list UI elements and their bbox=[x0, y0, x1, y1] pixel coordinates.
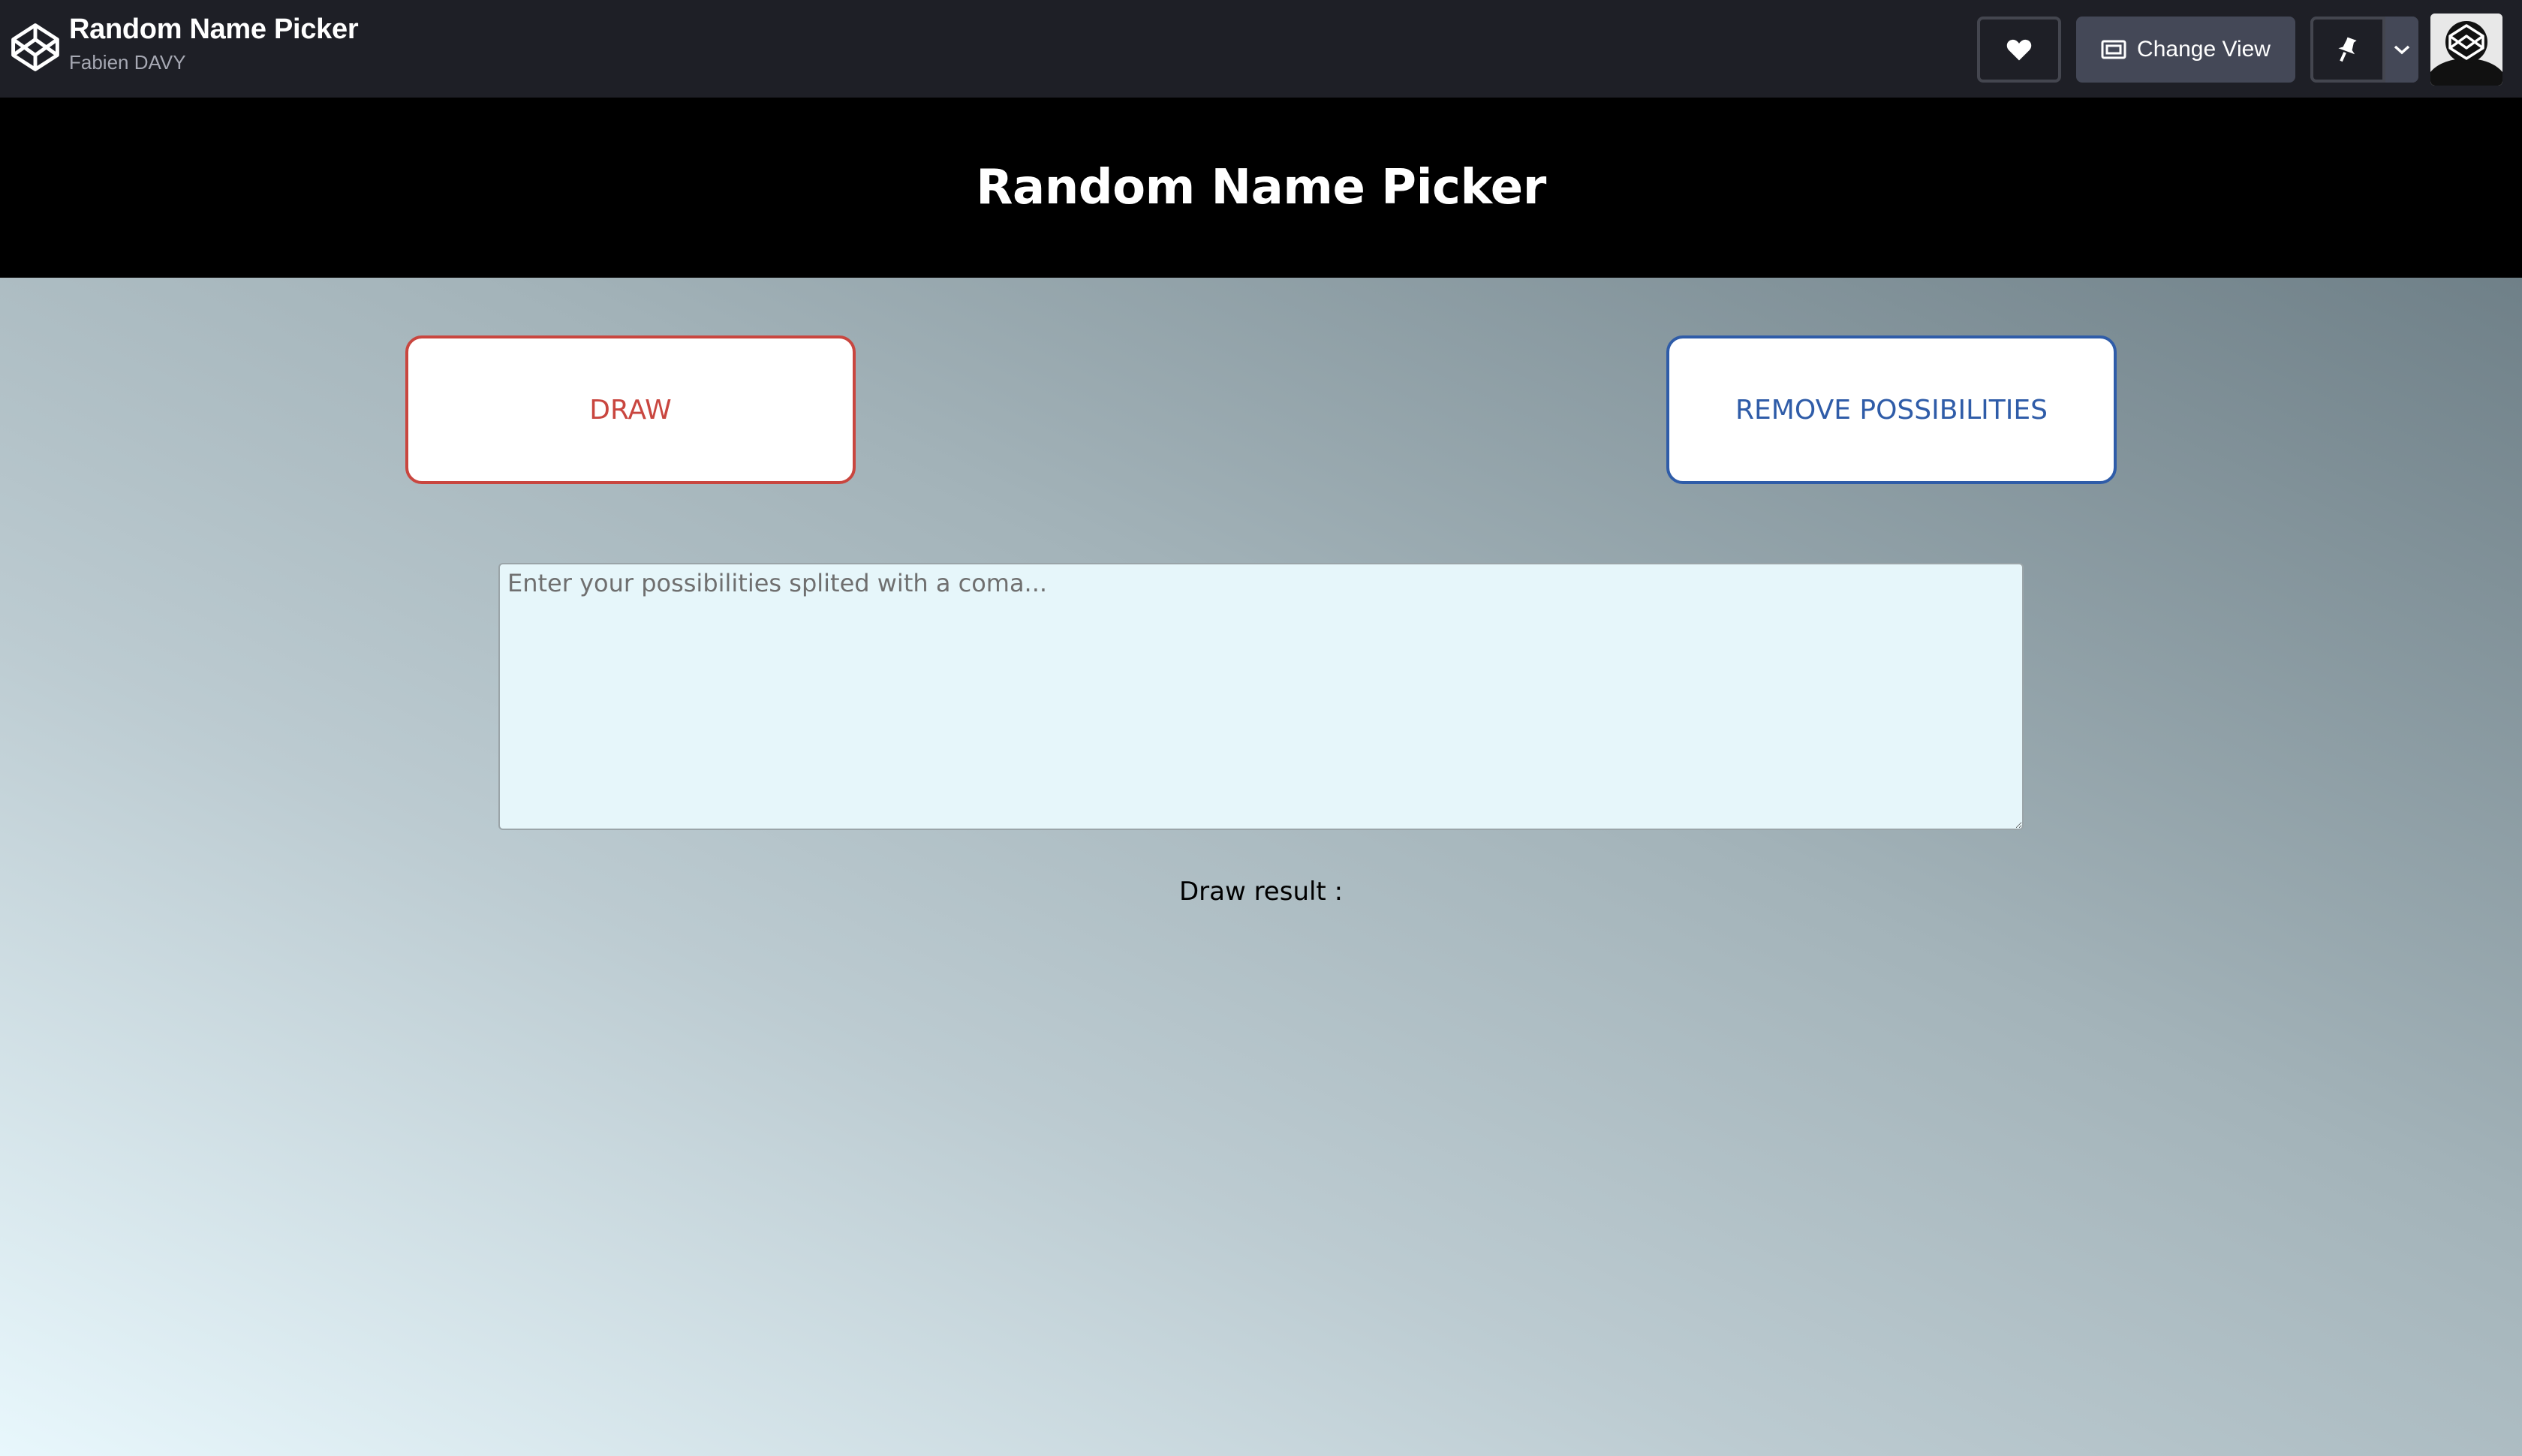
pin-dropdown-button[interactable] bbox=[2385, 17, 2418, 83]
main-content: DRAW REMOVE POSSIBILITIES Draw result : bbox=[0, 278, 2522, 1456]
change-view-label: Change View bbox=[2137, 37, 2271, 62]
page-header: Random Name Picker bbox=[0, 98, 2522, 278]
page-title: Random Name Picker bbox=[976, 160, 1546, 215]
draw-button[interactable]: DRAW bbox=[405, 335, 856, 484]
window-view-icon bbox=[2101, 40, 2126, 59]
pin-icon bbox=[2338, 37, 2357, 62]
chevron-down-icon bbox=[2394, 45, 2410, 55]
change-view-button[interactable]: Change View bbox=[2076, 17, 2295, 83]
heart-button[interactable] bbox=[1977, 17, 2061, 83]
pin-button[interactable] bbox=[2310, 17, 2385, 83]
draw-result: Draw result : bbox=[1178, 877, 1344, 907]
pin-group bbox=[2310, 17, 2418, 83]
codepen-logo-icon[interactable] bbox=[9, 21, 62, 74]
user-avatar[interactable] bbox=[2430, 14, 2502, 86]
pen-title[interactable]: Random Name Picker bbox=[69, 14, 359, 46]
pen-author[interactable]: Fabien DAVY bbox=[69, 51, 186, 74]
heart-icon bbox=[2006, 39, 2032, 61]
remove-possibilities-button[interactable]: REMOVE POSSIBILITIES bbox=[1666, 335, 2117, 484]
possibilities-textarea[interactable] bbox=[498, 563, 2024, 830]
codepen-topbar: Random Name Picker Fabien DAVY Change Vi… bbox=[0, 0, 2522, 98]
